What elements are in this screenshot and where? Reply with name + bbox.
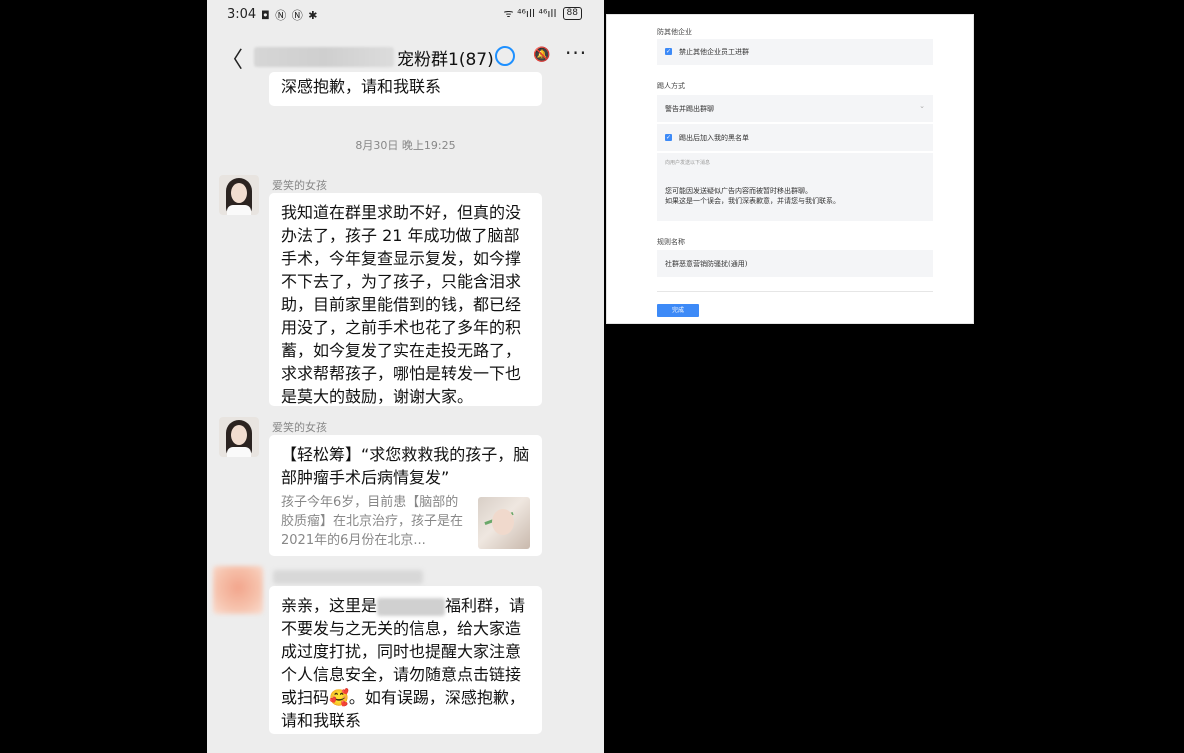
more-options-button[interactable]: ··· xyxy=(565,41,587,65)
message-text: 我知道在群里求助不好，但真的没办法了，孩子 21 年成功做了脑部手术，今年复查显… xyxy=(281,203,522,406)
anti-harass-settings-panel: 防其他企业 ✓ 禁止其他企业员工进群 踢人方式 警告并踢出群聊 ⌄ ✓ 踢出后加… xyxy=(606,14,974,324)
message-text-end: 福利群，请不要发与之无关的信息，给大家造成过度打扰，同时也提醒大家注意个人信息安… xyxy=(281,596,526,730)
blacklist-row[interactable]: ✓ 踢出后加入我的黑名单 xyxy=(657,124,933,151)
sender-name-blurred xyxy=(273,570,423,584)
block-other-companies-row[interactable]: ✓ 禁止其他企业员工进群 xyxy=(657,39,933,65)
status-bar: 3:04 ◘ Ⓝ Ⓝ ✱ ᯤ ⁴⁶ıll ⁴⁶ıll 88 xyxy=(207,0,604,30)
mute-bell-icon: 🔕 xyxy=(533,47,551,63)
message-text: 深感抱歉，请和我联系 xyxy=(281,77,442,96)
sender-name: 爱笑的女孩 xyxy=(272,421,327,434)
back-button[interactable]: 〈 xyxy=(221,42,243,74)
avatar[interactable] xyxy=(213,566,263,614)
message-bubble[interactable]: 我知道在群里求助不好，但真的没办法了，孩子 21 年成功做了脑部手术，今年复查显… xyxy=(269,193,542,406)
checkbox-checked-icon[interactable]: ✓ xyxy=(665,134,672,141)
notification-icons: ◘ Ⓝ Ⓝ ✱ xyxy=(261,9,319,22)
chat-timestamp: 8月30日 晚上19:25 xyxy=(355,139,456,152)
status-time: 3:04 xyxy=(227,7,257,22)
select-value: 警告并踢出群聊 xyxy=(665,105,714,113)
done-button[interactable]: 完成 xyxy=(657,304,699,317)
textarea-line: 如果这是一个误会，我们深表歉意，并请您与我们联系。 xyxy=(665,197,840,205)
kick-method-select[interactable]: 警告并踢出群聊 ⌄ xyxy=(657,95,933,122)
avatar[interactable] xyxy=(219,417,259,457)
chat-screen: 3:04 ◘ Ⓝ Ⓝ ✱ ᯤ ⁴⁶ıll ⁴⁶ıll 88 〈 宠粉群1(87)… xyxy=(207,0,604,753)
blurred-group-prefix xyxy=(254,47,394,67)
message-bubble[interactable]: 亲亲，这里是 福利群，请不要发与之无关的信息，给大家造成过度打扰，同时也提醒大家注… xyxy=(269,586,542,734)
section-label: 规则名称 xyxy=(657,238,685,246)
section-label: 防其他企业 xyxy=(657,28,692,36)
card-description: 孩子今年6岁，目前患【脑部的胶质瘤】在北京治疗，孩子是在2021年的6月份在北京… xyxy=(281,495,464,548)
group-title[interactable]: 宠粉群1(87) xyxy=(397,45,494,70)
card-thumbnail xyxy=(478,497,530,549)
message-bubble[interactable]: 深感抱歉，请和我联系 xyxy=(269,72,542,106)
battery-icon: 88 xyxy=(562,7,582,20)
avatar[interactable] xyxy=(219,175,259,215)
sender-name: 爱笑的女孩 xyxy=(272,179,327,192)
input-value: 社群恶意营销防骚扰(通用) xyxy=(665,260,748,268)
rule-name-input[interactable]: 社群恶意营销防骚扰(通用) xyxy=(657,250,933,277)
section-label: 踢人方式 xyxy=(657,82,685,90)
card-title: 【轻松筹】“求您救救我的孩子，脑部肿瘤手术后病情复发” xyxy=(281,445,530,487)
warning-message-textarea[interactable]: 向用户发送以下消息 您可能因发送疑似广告内容而被暂时移出群聊。 如果这是一个误会… xyxy=(657,153,933,221)
option-label: 踢出后加入我的黑名单 xyxy=(679,134,749,142)
chevron-down-icon: ⌄ xyxy=(919,102,925,110)
textarea-hint: 向用户发送以下消息 xyxy=(665,160,711,166)
checkbox-checked-icon[interactable]: ✓ xyxy=(665,48,672,55)
option-label: 禁止其他企业员工进群 xyxy=(679,48,749,56)
blurred-group-name xyxy=(377,597,446,616)
status-right: ᯤ ⁴⁶ıll ⁴⁶ıll 88 xyxy=(504,6,582,21)
signal-icon: ᯤ ⁴⁶ıll ⁴⁶ıll xyxy=(503,7,557,20)
textarea-line: 您可能因发送疑似广告内容而被暂时移出群聊。 xyxy=(665,187,812,195)
link-card[interactable]: 【轻松筹】“求您救救我的孩子，脑部肿瘤手术后病情复发” 孩子今年6岁，目前患【脑… xyxy=(269,435,542,556)
message-text-start: 亲亲，这里是 xyxy=(281,596,378,615)
group-chat-icon[interactable] xyxy=(495,46,515,66)
divider xyxy=(657,291,933,292)
